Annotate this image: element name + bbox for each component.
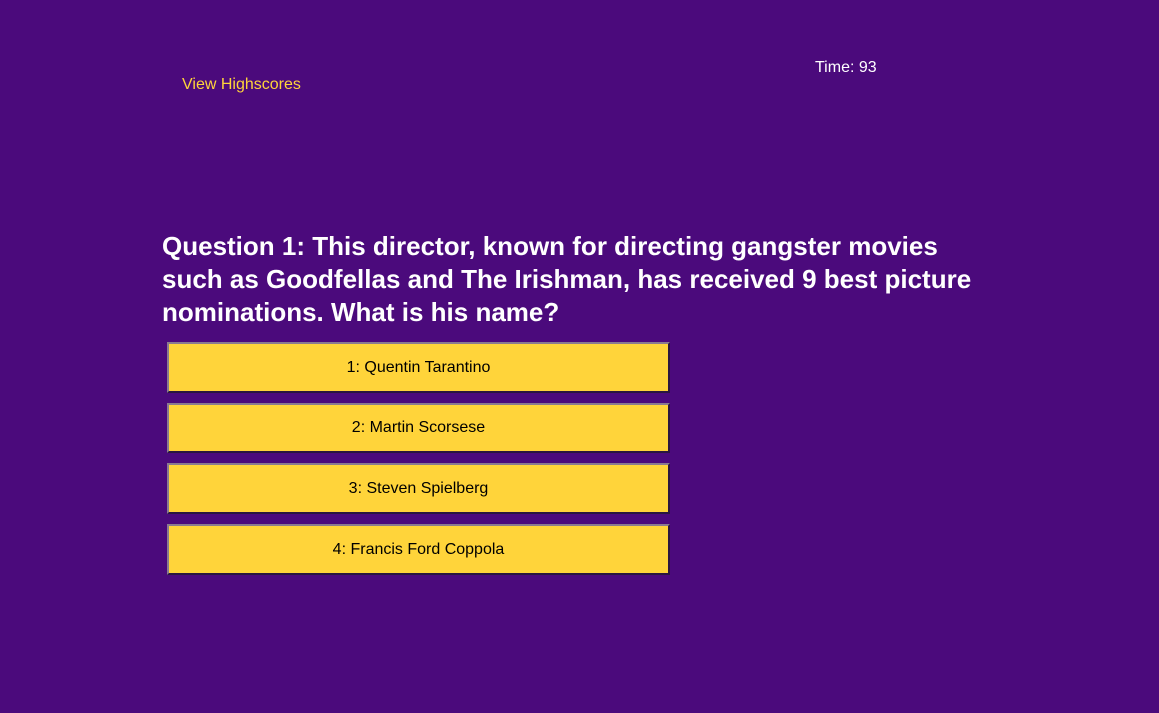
answer-list: 1: Quentin Tarantino 2: Martin Scorsese …	[167, 342, 670, 585]
answer-button-2[interactable]: 2: Martin Scorsese	[167, 403, 670, 453]
timer-display: Time: 93	[815, 59, 877, 76]
view-highscores-link[interactable]: View Highscores	[182, 76, 301, 94]
answer-button-1[interactable]: 1: Quentin Tarantino	[167, 342, 670, 393]
answer-button-4[interactable]: 4: Francis Ford Coppola	[167, 524, 670, 575]
question-text: Question 1: This director, known for dir…	[162, 231, 972, 327]
answer-button-3[interactable]: 3: Steven Spielberg	[167, 463, 670, 514]
